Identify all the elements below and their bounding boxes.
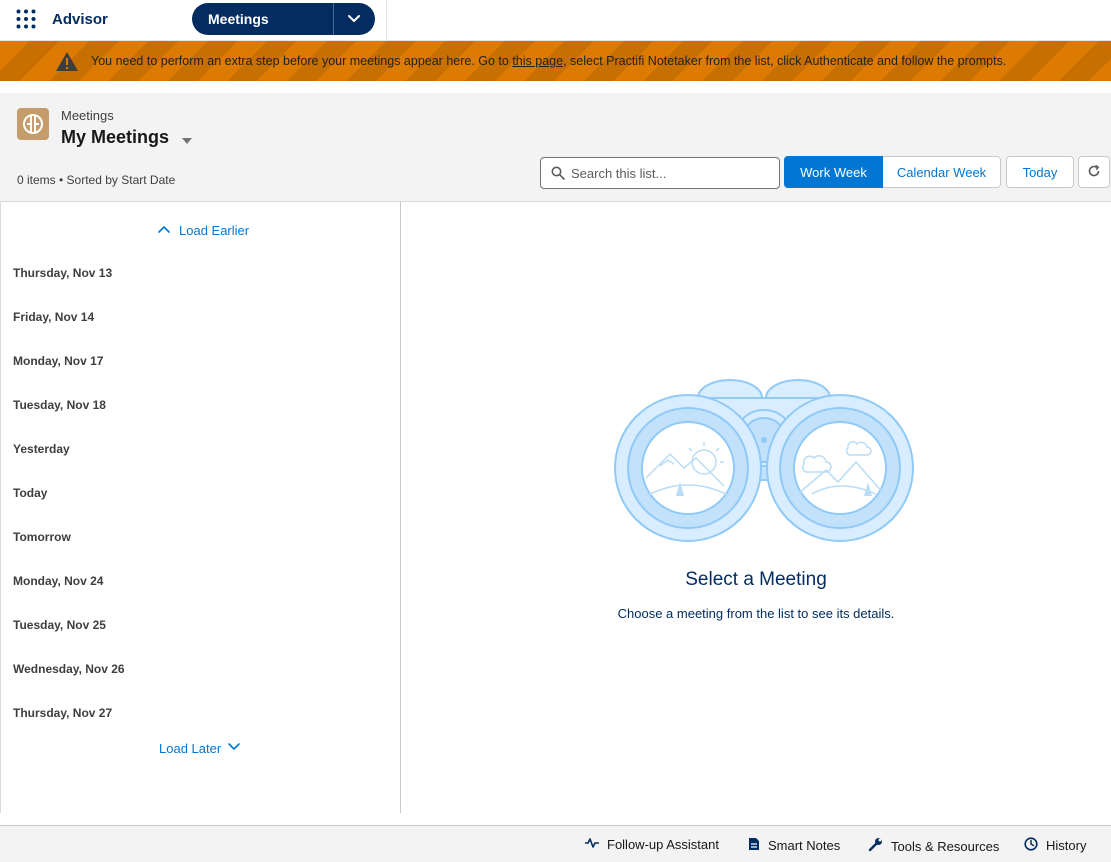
load-earlier-label: Load Earlier <box>179 223 250 238</box>
day-row: Today <box>13 486 48 500</box>
smart-notes-label: Smart Notes <box>768 838 841 853</box>
list-view-title[interactable]: My Meetings <box>61 127 169 148</box>
banner-text-after: , select Practifi Notetaker from the lis… <box>563 54 1007 68</box>
day-row: Yesterday <box>13 442 70 456</box>
app-name: Advisor <box>52 11 108 28</box>
this-page-link[interactable]: this page <box>512 54 563 68</box>
pulse-icon <box>585 837 607 852</box>
list-view-header: Meetings My Meetings 0 items • Sorted by… <box>0 93 1111 202</box>
follow-up-assistant-item[interactable]: Follow-up Assistant <box>585 837 719 852</box>
chevron-up-icon <box>157 223 179 238</box>
load-earlier-link[interactable]: Load Earlier <box>157 223 249 238</box>
chevron-down-icon <box>221 741 243 756</box>
day-row: Thursday, Nov 27 <box>13 706 113 720</box>
nav-tab-label: Meetings <box>208 11 269 27</box>
history-label: History <box>1046 838 1087 853</box>
note-icon <box>748 837 768 854</box>
load-later-label: Load Later <box>159 741 222 756</box>
day-row: Tomorrow <box>13 530 71 544</box>
work-week-button[interactable]: Work Week <box>784 156 883 188</box>
banner-message: You need to perform an extra step before… <box>91 54 1006 68</box>
load-later-link[interactable]: Load Later <box>159 741 243 756</box>
refresh-icon <box>1087 164 1101 181</box>
list-status: 0 items • Sorted by Start Date <box>17 173 176 187</box>
app-launcher-icon[interactable] <box>16 9 36 29</box>
warning-icon <box>55 51 79 72</box>
nav-tab-divider <box>333 3 334 35</box>
nav-tab-meetings[interactable]: Meetings <box>192 3 375 35</box>
caret-down-icon[interactable] <box>180 133 194 144</box>
day-row: Monday, Nov 17 <box>13 354 104 368</box>
meeting-list-panel: Load Earlier Thursday, Nov 13 Friday, No… <box>0 202 401 813</box>
object-type-label: Meetings <box>61 108 114 123</box>
warning-banner: You need to perform an extra step before… <box>0 41 1111 81</box>
calendar-week-button[interactable]: Calendar Week <box>883 156 1001 188</box>
search-icon <box>551 166 565 180</box>
utility-bar: Follow-up Assistant Smart Notes Tools & … <box>0 825 1111 862</box>
day-row: Thursday, Nov 13 <box>13 266 113 280</box>
day-row: Tuesday, Nov 18 <box>13 398 106 412</box>
refresh-button[interactable] <box>1078 156 1110 188</box>
smart-notes-item[interactable]: Smart Notes <box>748 837 840 854</box>
history-item[interactable]: History <box>1024 837 1086 854</box>
global-nav: Advisor Meetings <box>0 0 1111 41</box>
empty-state-title: Select a Meeting <box>685 569 827 590</box>
binoculars-illustration <box>612 378 916 542</box>
day-row: Friday, Nov 14 <box>13 310 95 324</box>
search-field[interactable] <box>540 157 780 189</box>
tools-resources-label: Tools & Resources <box>891 838 1000 854</box>
empty-state-subtitle: Choose a meeting from the list to see it… <box>617 606 895 621</box>
today-button[interactable]: Today <box>1006 156 1074 188</box>
meetings-object-icon <box>17 108 49 140</box>
week-toggle: Work Week Calendar Week <box>784 156 1001 188</box>
search-input[interactable] <box>571 159 771 187</box>
follow-up-assistant-label: Follow-up Assistant <box>607 837 719 852</box>
clock-icon <box>1024 837 1046 854</box>
day-row: Wednesday, Nov 26 <box>13 662 125 676</box>
banner-text-before: You need to perform an extra step before… <box>91 54 513 68</box>
nav-separator <box>386 0 387 41</box>
tools-resources-item[interactable]: Tools & Resources <box>868 837 999 855</box>
wrench-icon <box>868 837 891 855</box>
day-row: Monday, Nov 24 <box>13 574 104 588</box>
chevron-down-icon[interactable] <box>342 9 366 29</box>
day-row: Tuesday, Nov 25 <box>13 618 106 632</box>
